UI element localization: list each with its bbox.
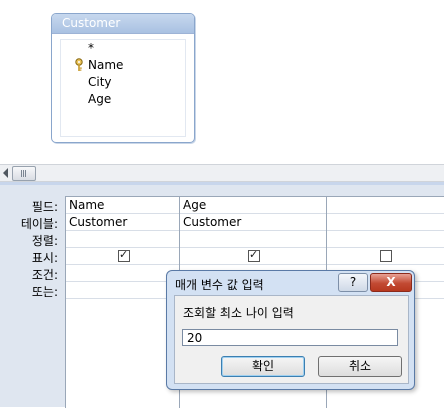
field-label: Name: [88, 58, 124, 72]
sort-cell[interactable]: [180, 231, 326, 248]
close-button[interactable]: X: [370, 273, 412, 292]
criteria-cell[interactable]: [66, 265, 179, 282]
field-label: *: [88, 41, 94, 55]
field-label: City: [88, 75, 112, 89]
scrollbar-thumb[interactable]: [12, 166, 36, 181]
sort-cell[interactable]: [327, 231, 444, 248]
field-cell[interactable]: Age: [180, 197, 326, 214]
cancel-button[interactable]: 취소: [318, 356, 402, 377]
field-label: Age: [88, 92, 112, 106]
table-cell[interactable]: [327, 214, 444, 231]
row-label-field: 필드:: [31, 200, 58, 214]
dialog-title: 매개 변수 값 입력: [175, 278, 264, 292]
show-checkbox[interactable]: [380, 250, 392, 262]
field-cell[interactable]: [327, 197, 444, 214]
row-label-table: 테이블:: [20, 217, 58, 231]
table-field-list: * Name City Age: [60, 39, 186, 137]
ok-button[interactable]: 확인: [221, 356, 305, 377]
grip-line: [23, 170, 24, 177]
grip-line: [25, 170, 26, 177]
dialog-body: 조회할 최소 나이 입력 20 확인 취소: [174, 295, 409, 384]
show-cell: [327, 248, 444, 265]
show-checkbox[interactable]: [118, 248, 130, 262]
enter-parameter-dialog: 매개 변수 값 입력 ? X 조회할 최소 나이 입력 20 확인 취소: [166, 270, 415, 390]
show-cell: [180, 248, 326, 265]
field-list-item-age[interactable]: Age: [61, 91, 185, 108]
row-label-criteria: 조건:: [31, 268, 58, 282]
row-label-or: 또는:: [31, 285, 58, 299]
primary-key-icon: [75, 58, 83, 71]
table-cell[interactable]: Customer: [66, 214, 179, 231]
field-list-item-all[interactable]: *: [61, 40, 185, 57]
customer-table-box[interactable]: Customer * Name City Age: [51, 13, 195, 143]
grid-column-1: Name Customer: [66, 197, 180, 408]
sort-cell[interactable]: [66, 231, 179, 248]
help-button[interactable]: ?: [338, 273, 368, 292]
table-box-title[interactable]: Customer: [52, 14, 194, 34]
or-cell[interactable]: [66, 282, 179, 299]
show-cell: [66, 248, 179, 265]
query-design-pane: Customer * Name City Age: [0, 0, 444, 164]
scroll-left-arrow-icon[interactable]: [3, 168, 8, 178]
field-cell[interactable]: Name: [66, 197, 179, 214]
grip-line: [21, 170, 22, 177]
table-cell[interactable]: Customer: [180, 214, 326, 231]
field-list-item-city[interactable]: City: [61, 74, 185, 91]
row-label-show: 표시:: [31, 251, 58, 265]
field-list-item-name[interactable]: Name: [61, 57, 185, 74]
parameter-value-input[interactable]: 20: [182, 329, 398, 346]
parameter-prompt: 조회할 최소 나이 입력: [183, 306, 294, 320]
grid-row-labels: 필드: 테이블: 정렬: 표시: 조건: 또는:: [0, 199, 62, 301]
show-checkbox[interactable]: [248, 248, 260, 262]
row-label-sort: 정렬:: [31, 234, 58, 248]
horizontal-scrollbar[interactable]: [0, 164, 444, 182]
